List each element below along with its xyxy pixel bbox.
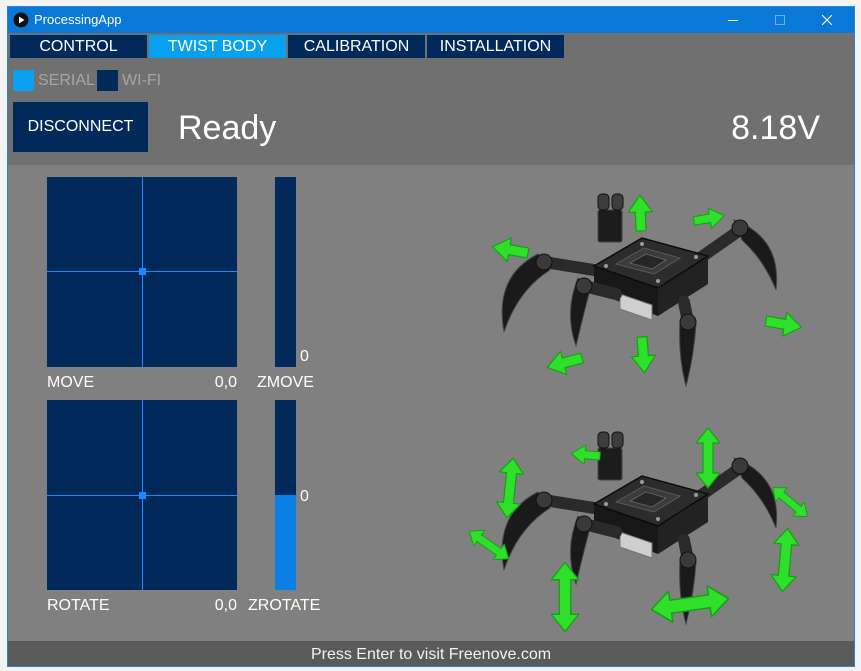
arrow-down-left-icon: [543, 345, 586, 380]
wifi-label: WI-FI: [122, 72, 162, 89]
rotate-value: 0,0: [214, 597, 237, 614]
twist-body-illustration: [463, 180, 814, 633]
arrow-up-icon: [627, 194, 654, 233]
minimize-icon: [728, 20, 738, 21]
zrotate-label: ZROTATE: [248, 597, 321, 614]
zmove-value: 0: [300, 348, 309, 365]
window-title: ProcessingApp: [34, 12, 122, 27]
footer-hint[interactable]: Press Enter to visit Freenove.com: [8, 641, 854, 666]
zmove-label: ZMOVE: [257, 374, 314, 391]
maximize-button[interactable]: [757, 7, 803, 33]
robot-rotate-figure: [463, 428, 814, 633]
robot-icon: [502, 432, 777, 624]
rotate-pad-handle[interactable]: [139, 492, 146, 499]
tab-calibration[interactable]: CALIBRATION: [288, 35, 425, 58]
serial-checkbox[interactable]: [13, 70, 34, 91]
app-window: ProcessingApp CONTROL TWIST BODY CALIBRA…: [7, 6, 855, 667]
arrow-right-icon: [763, 308, 805, 340]
tab-twist-body[interactable]: TWIST BODY: [149, 35, 286, 58]
serial-label: SERIAL: [38, 72, 95, 89]
arrow-left-icon: [489, 234, 531, 266]
double-arrow-icon: [769, 526, 801, 594]
disconnect-button[interactable]: DISCONNECT: [13, 102, 148, 152]
robot-move-figure: [489, 194, 805, 386]
zmove-slider[interactable]: [275, 177, 296, 367]
move-value: 0,0: [214, 374, 237, 391]
move-label: MOVE: [47, 374, 95, 391]
wifi-checkbox[interactable]: [97, 70, 118, 91]
battery-voltage: 8.18V: [731, 109, 820, 147]
rotate-label: ROTATE: [47, 597, 110, 614]
maximize-icon: [775, 15, 785, 25]
title-bar[interactable]: ProcessingApp: [8, 7, 854, 33]
close-icon: [822, 15, 832, 25]
arrow-right-small-icon: [691, 205, 727, 232]
rotate-pad[interactable]: [47, 400, 237, 590]
connection-status: Ready: [178, 109, 277, 147]
close-button[interactable]: [804, 7, 850, 33]
arrow-down-icon: [629, 335, 658, 375]
tab-installation[interactable]: INSTALLATION: [427, 35, 564, 58]
zrotate-slider-fill: [275, 495, 296, 590]
processing-app-icon: [13, 12, 29, 28]
zrotate-slider[interactable]: [275, 400, 296, 590]
move-pad[interactable]: [47, 177, 237, 367]
move-pad-handle[interactable]: [139, 268, 146, 275]
zrotate-value: 0: [300, 488, 309, 505]
tab-control[interactable]: CONTROL: [10, 35, 147, 58]
arrow-left-icon: [569, 443, 602, 467]
minimize-button[interactable]: [710, 7, 756, 33]
